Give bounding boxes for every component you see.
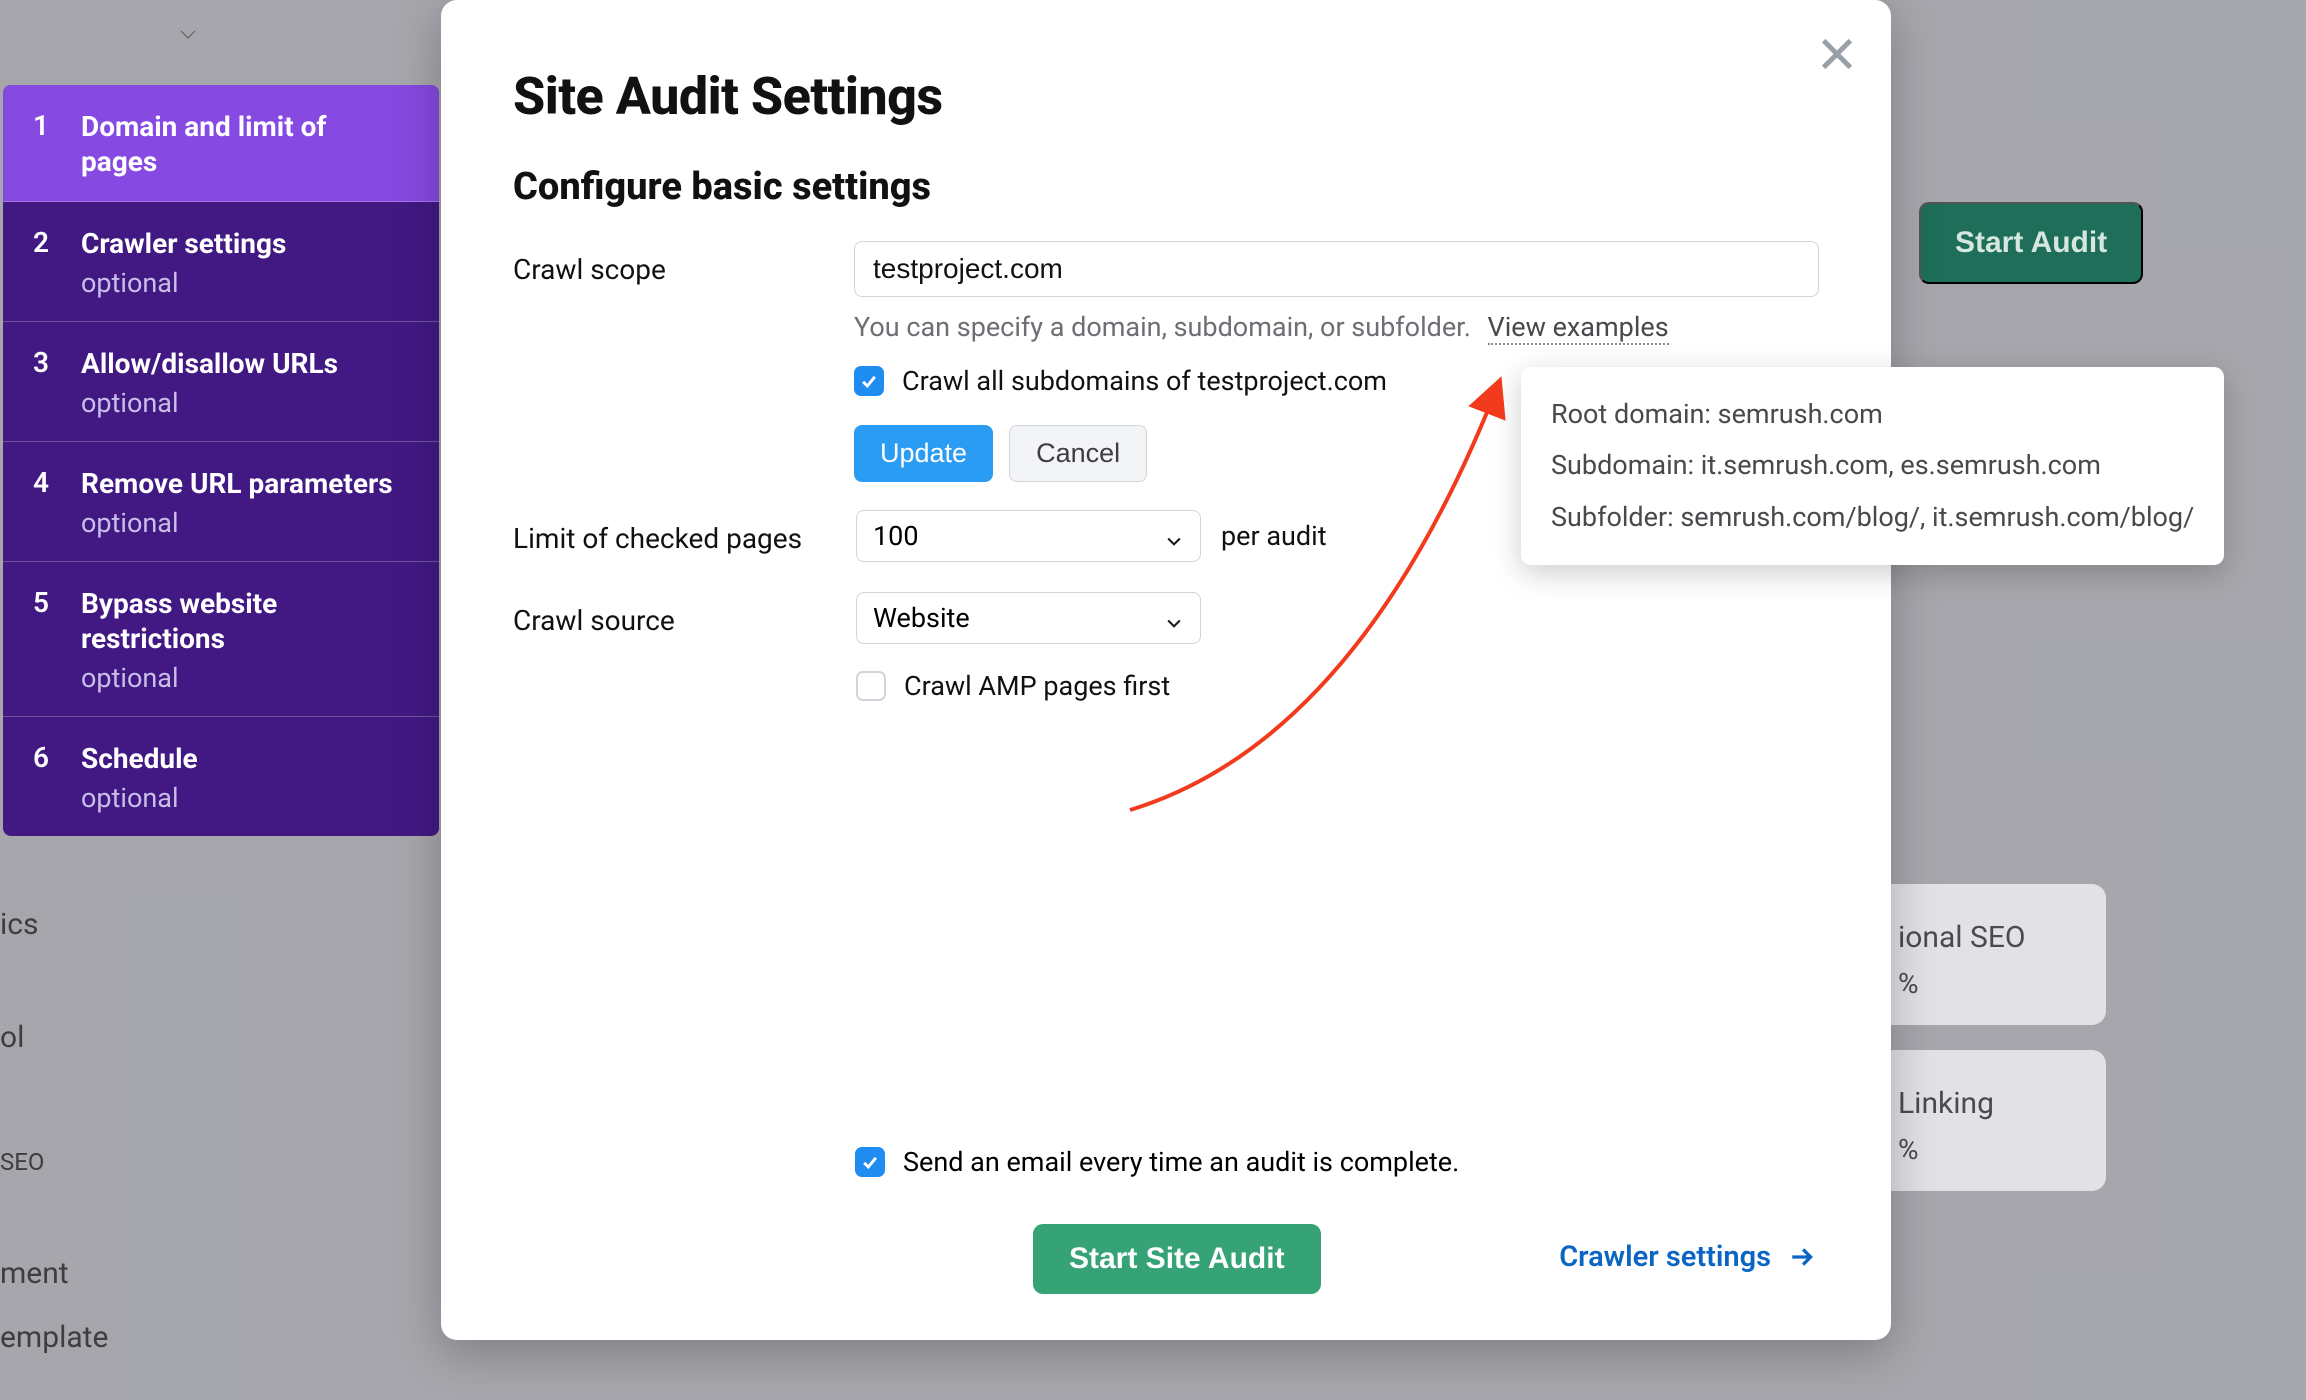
chevron-down-icon <box>1164 526 1184 546</box>
site-audit-settings-modal: Site Audit Settings Configure basic sett… <box>441 0 1891 1340</box>
crawl-source-value: Website <box>873 602 970 634</box>
step-number: 5 <box>33 586 53 619</box>
crawl-scope-input[interactable] <box>854 241 1819 297</box>
send-email-label: Send an email every time an audit is com… <box>903 1146 1459 1178</box>
limit-pages-label: Limit of checked pages <box>513 510 856 555</box>
crawler-settings-label: Crawler settings <box>1559 1240 1771 1274</box>
card-percent: % <box>1898 962 2084 1007</box>
step-number: 4 <box>33 466 53 499</box>
step-tag: optional <box>81 507 393 539</box>
crawl-source-select[interactable]: Website <box>856 592 1201 644</box>
cancel-button[interactable]: Cancel <box>1009 425 1147 482</box>
crawl-subdomains-label: Crawl all subdomains of testproject.com <box>902 365 1387 397</box>
start-audit-button-bg[interactable]: Start Audit <box>1919 202 2143 284</box>
card-label: ional SEO <box>1898 914 2084 962</box>
step-domain-limit[interactable]: 1 Domain and limit of pages <box>3 85 439 202</box>
bg-text: SEO <box>0 1148 44 1176</box>
bg-text: ment <box>0 1256 69 1291</box>
step-number: 1 <box>33 109 53 142</box>
modal-title: Site Audit Settings <box>513 66 1819 127</box>
crawl-amp-checkbox[interactable] <box>856 671 886 701</box>
chevron-down-icon <box>176 22 200 46</box>
step-number: 6 <box>33 741 53 774</box>
step-title: Allow/disallow URLs <box>81 346 338 381</box>
close-icon[interactable] <box>1817 34 1857 74</box>
crawl-scope-label: Crawl scope <box>513 241 854 286</box>
bg-text: emplate <box>0 1320 108 1355</box>
send-email-checkbox[interactable] <box>855 1147 885 1177</box>
thematic-card-seo: ional SEO % <box>1876 884 2106 1025</box>
step-schedule[interactable]: 6 Schedule optional <box>3 717 439 836</box>
step-allow-disallow[interactable]: 3 Allow/disallow URLs optional <box>3 322 439 442</box>
step-title: Domain and limit of pages <box>81 109 409 179</box>
chevron-down-icon <box>1164 608 1184 628</box>
step-title: Schedule <box>81 741 198 776</box>
step-tag: optional <box>81 662 409 694</box>
tooltip-line: Root domain: semrush.com <box>1551 389 2194 440</box>
tooltip-line: Subfolder: semrush.com/blog/, it.semrush… <box>1551 492 2194 543</box>
modal-footer: Send an email every time an audit is com… <box>513 1146 1819 1288</box>
step-crawler-settings[interactable]: 2 Crawler settings optional <box>3 202 439 322</box>
start-site-audit-button[interactable]: Start Site Audit <box>1033 1224 1321 1294</box>
tooltip-line: Subdomain: it.semrush.com, es.semrush.co… <box>1551 440 2194 491</box>
step-title: Remove URL parameters <box>81 466 393 501</box>
step-title: Bypass website restrictions <box>81 586 409 656</box>
per-audit-label: per audit <box>1221 520 1327 552</box>
limit-pages-select[interactable]: 100 <box>856 510 1201 562</box>
crawl-source-label: Crawl source <box>513 592 856 637</box>
bg-text: ol <box>0 1020 24 1055</box>
bg-text: ics <box>0 907 38 942</box>
card-percent: % <box>1898 1128 2084 1173</box>
crawler-settings-link[interactable]: Crawler settings <box>1559 1240 1815 1274</box>
card-label: Linking <box>1898 1080 2084 1128</box>
step-tag: optional <box>81 782 198 814</box>
step-remove-params[interactable]: 4 Remove URL parameters optional <box>3 442 439 562</box>
wizard-steps: 1 Domain and limit of pages 2 Crawler se… <box>3 85 439 836</box>
crawl-subdomains-checkbox[interactable] <box>854 366 884 396</box>
limit-pages-value: 100 <box>873 520 919 552</box>
examples-tooltip: Root domain: semrush.com Subdomain: it.s… <box>1521 367 2224 565</box>
thematic-card-linking: Linking % <box>1876 1050 2106 1191</box>
modal-subtitle: Configure basic settings <box>513 165 1819 209</box>
crawl-amp-label: Crawl AMP pages first <box>904 670 1170 702</box>
step-number: 3 <box>33 346 53 379</box>
view-examples-link[interactable]: View examples <box>1488 311 1669 345</box>
hint-text: You can specify a domain, subdomain, or … <box>854 311 1471 343</box>
arrow-right-icon <box>1789 1244 1815 1270</box>
step-title: Crawler settings <box>81 226 286 261</box>
update-button[interactable]: Update <box>854 425 993 482</box>
step-tag: optional <box>81 387 338 419</box>
step-bypass-restrictions[interactable]: 5 Bypass website restrictions optional <box>3 562 439 717</box>
step-number: 2 <box>33 226 53 259</box>
crawl-scope-hint: You can specify a domain, subdomain, or … <box>854 311 1819 343</box>
step-tag: optional <box>81 267 286 299</box>
